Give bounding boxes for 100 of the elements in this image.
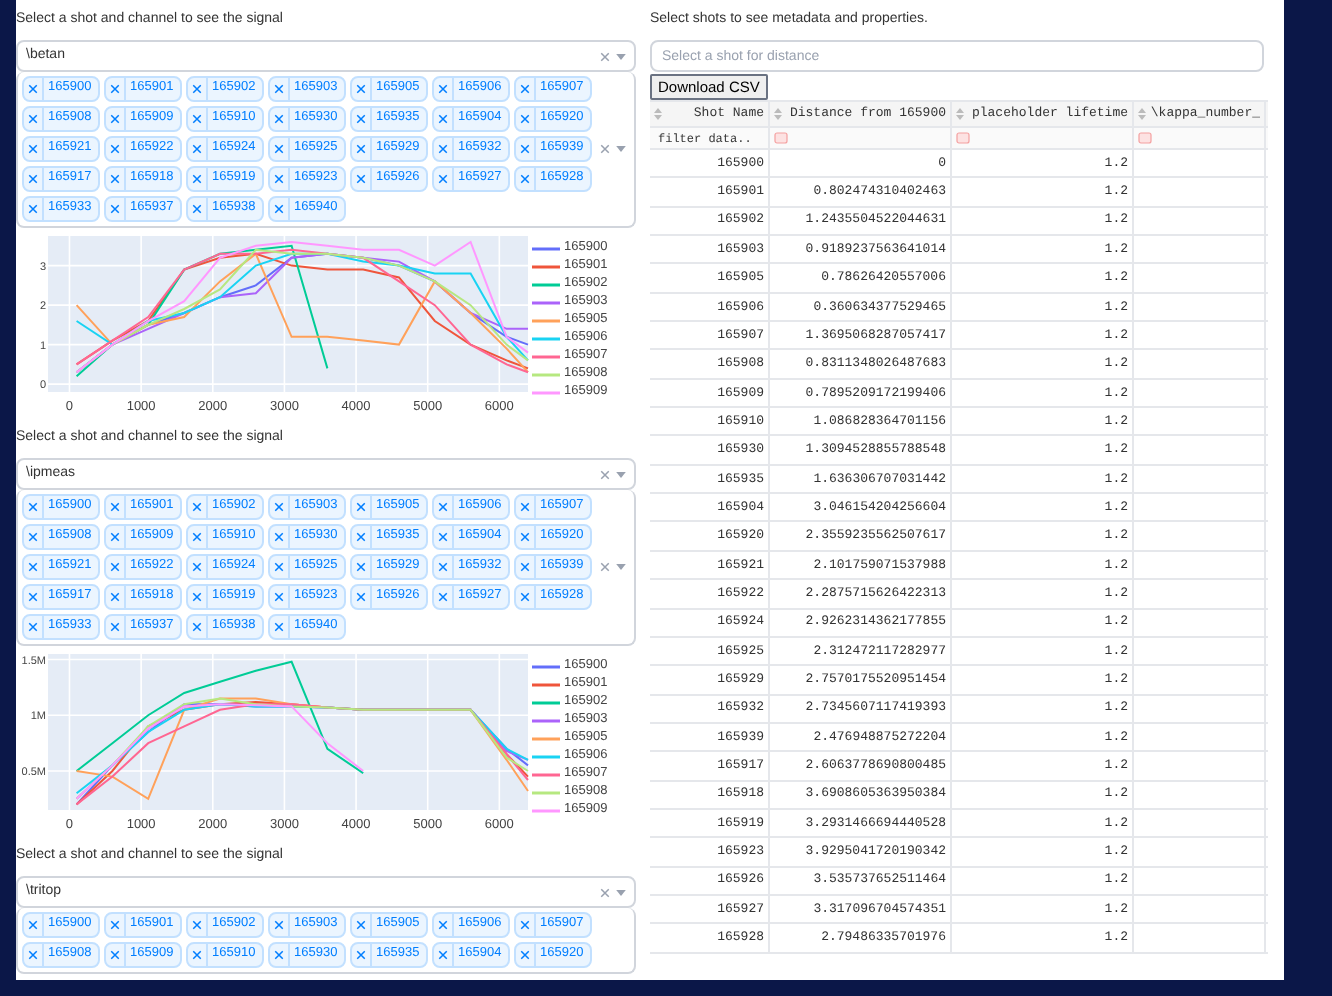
close-icon[interactable]: [438, 174, 448, 184]
close-icon[interactable]: [274, 562, 284, 572]
close-icon[interactable]: [192, 950, 202, 960]
close-icon[interactable]: [28, 502, 38, 512]
close-icon[interactable]: [192, 84, 202, 94]
close-icon[interactable]: [28, 144, 38, 154]
clear-icon[interactable]: [600, 887, 610, 897]
close-icon[interactable]: [192, 622, 202, 632]
toggle-icon[interactable]: [956, 132, 970, 144]
close-icon[interactable]: [356, 502, 366, 512]
close-icon[interactable]: [28, 532, 38, 542]
close-icon[interactable]: [520, 174, 530, 184]
close-icon[interactable]: [356, 950, 366, 960]
close-icon[interactable]: [356, 174, 366, 184]
close-icon[interactable]: [28, 562, 38, 572]
close-icon[interactable]: [28, 174, 38, 184]
close-icon[interactable]: [110, 950, 120, 960]
toggle-icon[interactable]: [1138, 132, 1152, 144]
close-icon[interactable]: [274, 950, 284, 960]
close-icon[interactable]: [110, 920, 120, 930]
close-icon[interactable]: [110, 562, 120, 572]
clear-icon[interactable]: [600, 144, 610, 154]
close-icon[interactable]: [192, 204, 202, 214]
legend-line-icon: [532, 299, 560, 306]
close-icon[interactable]: [192, 114, 202, 124]
close-icon[interactable]: [110, 84, 120, 94]
close-icon[interactable]: [520, 114, 530, 124]
legend-line-icon: [532, 753, 560, 760]
close-icon[interactable]: [520, 592, 530, 602]
close-icon[interactable]: [274, 920, 284, 930]
close-icon[interactable]: [356, 84, 366, 94]
close-icon[interactable]: [438, 562, 448, 572]
close-icon[interactable]: [110, 204, 120, 214]
close-icon[interactable]: [356, 532, 366, 542]
close-icon[interactable]: [192, 502, 202, 512]
close-icon[interactable]: [356, 592, 366, 602]
caret-icon[interactable]: [616, 889, 626, 895]
close-icon[interactable]: [438, 114, 448, 124]
clear-icon[interactable]: [600, 51, 610, 61]
caret-icon[interactable]: [616, 564, 626, 570]
close-icon[interactable]: [192, 174, 202, 184]
close-icon[interactable]: [274, 204, 284, 214]
close-icon[interactable]: [274, 592, 284, 602]
close-icon[interactable]: [28, 920, 38, 930]
close-icon[interactable]: [28, 114, 38, 124]
close-icon[interactable]: [110, 144, 120, 154]
close-icon[interactable]: [192, 592, 202, 602]
close-icon[interactable]: [110, 532, 120, 542]
close-icon[interactable]: [520, 920, 530, 930]
close-icon[interactable]: [110, 622, 120, 632]
close-icon[interactable]: [274, 532, 284, 542]
close-icon[interactable]: [28, 592, 38, 602]
close-icon[interactable]: [110, 114, 120, 124]
close-icon[interactable]: [110, 592, 120, 602]
caret-icon[interactable]: [616, 53, 626, 59]
toggle-icon[interactable]: [774, 132, 788, 144]
close-icon[interactable]: [438, 950, 448, 960]
shot-multiselect[interactable]: [16, 72, 636, 228]
legend-line-icon: [532, 335, 560, 342]
line-series: [75, 703, 365, 800]
close-icon[interactable]: [356, 144, 366, 154]
close-icon[interactable]: [356, 114, 366, 124]
close-icon[interactable]: [438, 502, 448, 512]
close-icon[interactable]: [274, 114, 284, 124]
close-icon[interactable]: [274, 174, 284, 184]
close-icon[interactable]: [520, 84, 530, 94]
close-icon[interactable]: [438, 84, 448, 94]
close-icon[interactable]: [520, 562, 530, 572]
shot-multiselect[interactable]: [16, 490, 636, 646]
caret-icon[interactable]: [616, 146, 626, 152]
close-icon[interactable]: [274, 144, 284, 154]
close-icon[interactable]: [28, 204, 38, 214]
close-icon[interactable]: [520, 950, 530, 960]
close-icon[interactable]: [28, 950, 38, 960]
close-icon[interactable]: [192, 562, 202, 572]
close-icon[interactable]: [274, 502, 284, 512]
clear-icon[interactable]: [600, 562, 610, 572]
close-icon[interactable]: [110, 174, 120, 184]
close-icon[interactable]: [192, 144, 202, 154]
close-icon[interactable]: [438, 920, 448, 930]
close-icon[interactable]: [520, 532, 530, 542]
close-icon[interactable]: [274, 84, 284, 94]
close-icon[interactable]: [520, 502, 530, 512]
close-icon[interactable]: [438, 144, 448, 154]
close-icon[interactable]: [110, 502, 120, 512]
close-icon[interactable]: [192, 532, 202, 542]
legend-line-icon: [532, 353, 560, 360]
close-icon[interactable]: [438, 592, 448, 602]
close-icon[interactable]: [28, 84, 38, 94]
close-icon[interactable]: [356, 920, 366, 930]
close-icon[interactable]: [28, 622, 38, 632]
caret-icon[interactable]: [616, 471, 626, 477]
legend-line-icon: [532, 389, 560, 396]
close-icon[interactable]: [356, 562, 366, 572]
close-icon[interactable]: [520, 144, 530, 154]
close-icon[interactable]: [438, 532, 448, 542]
close-icon[interactable]: [274, 622, 284, 632]
line-series: [75, 660, 365, 775]
clear-icon[interactable]: [600, 469, 610, 479]
close-icon[interactable]: [192, 920, 202, 930]
